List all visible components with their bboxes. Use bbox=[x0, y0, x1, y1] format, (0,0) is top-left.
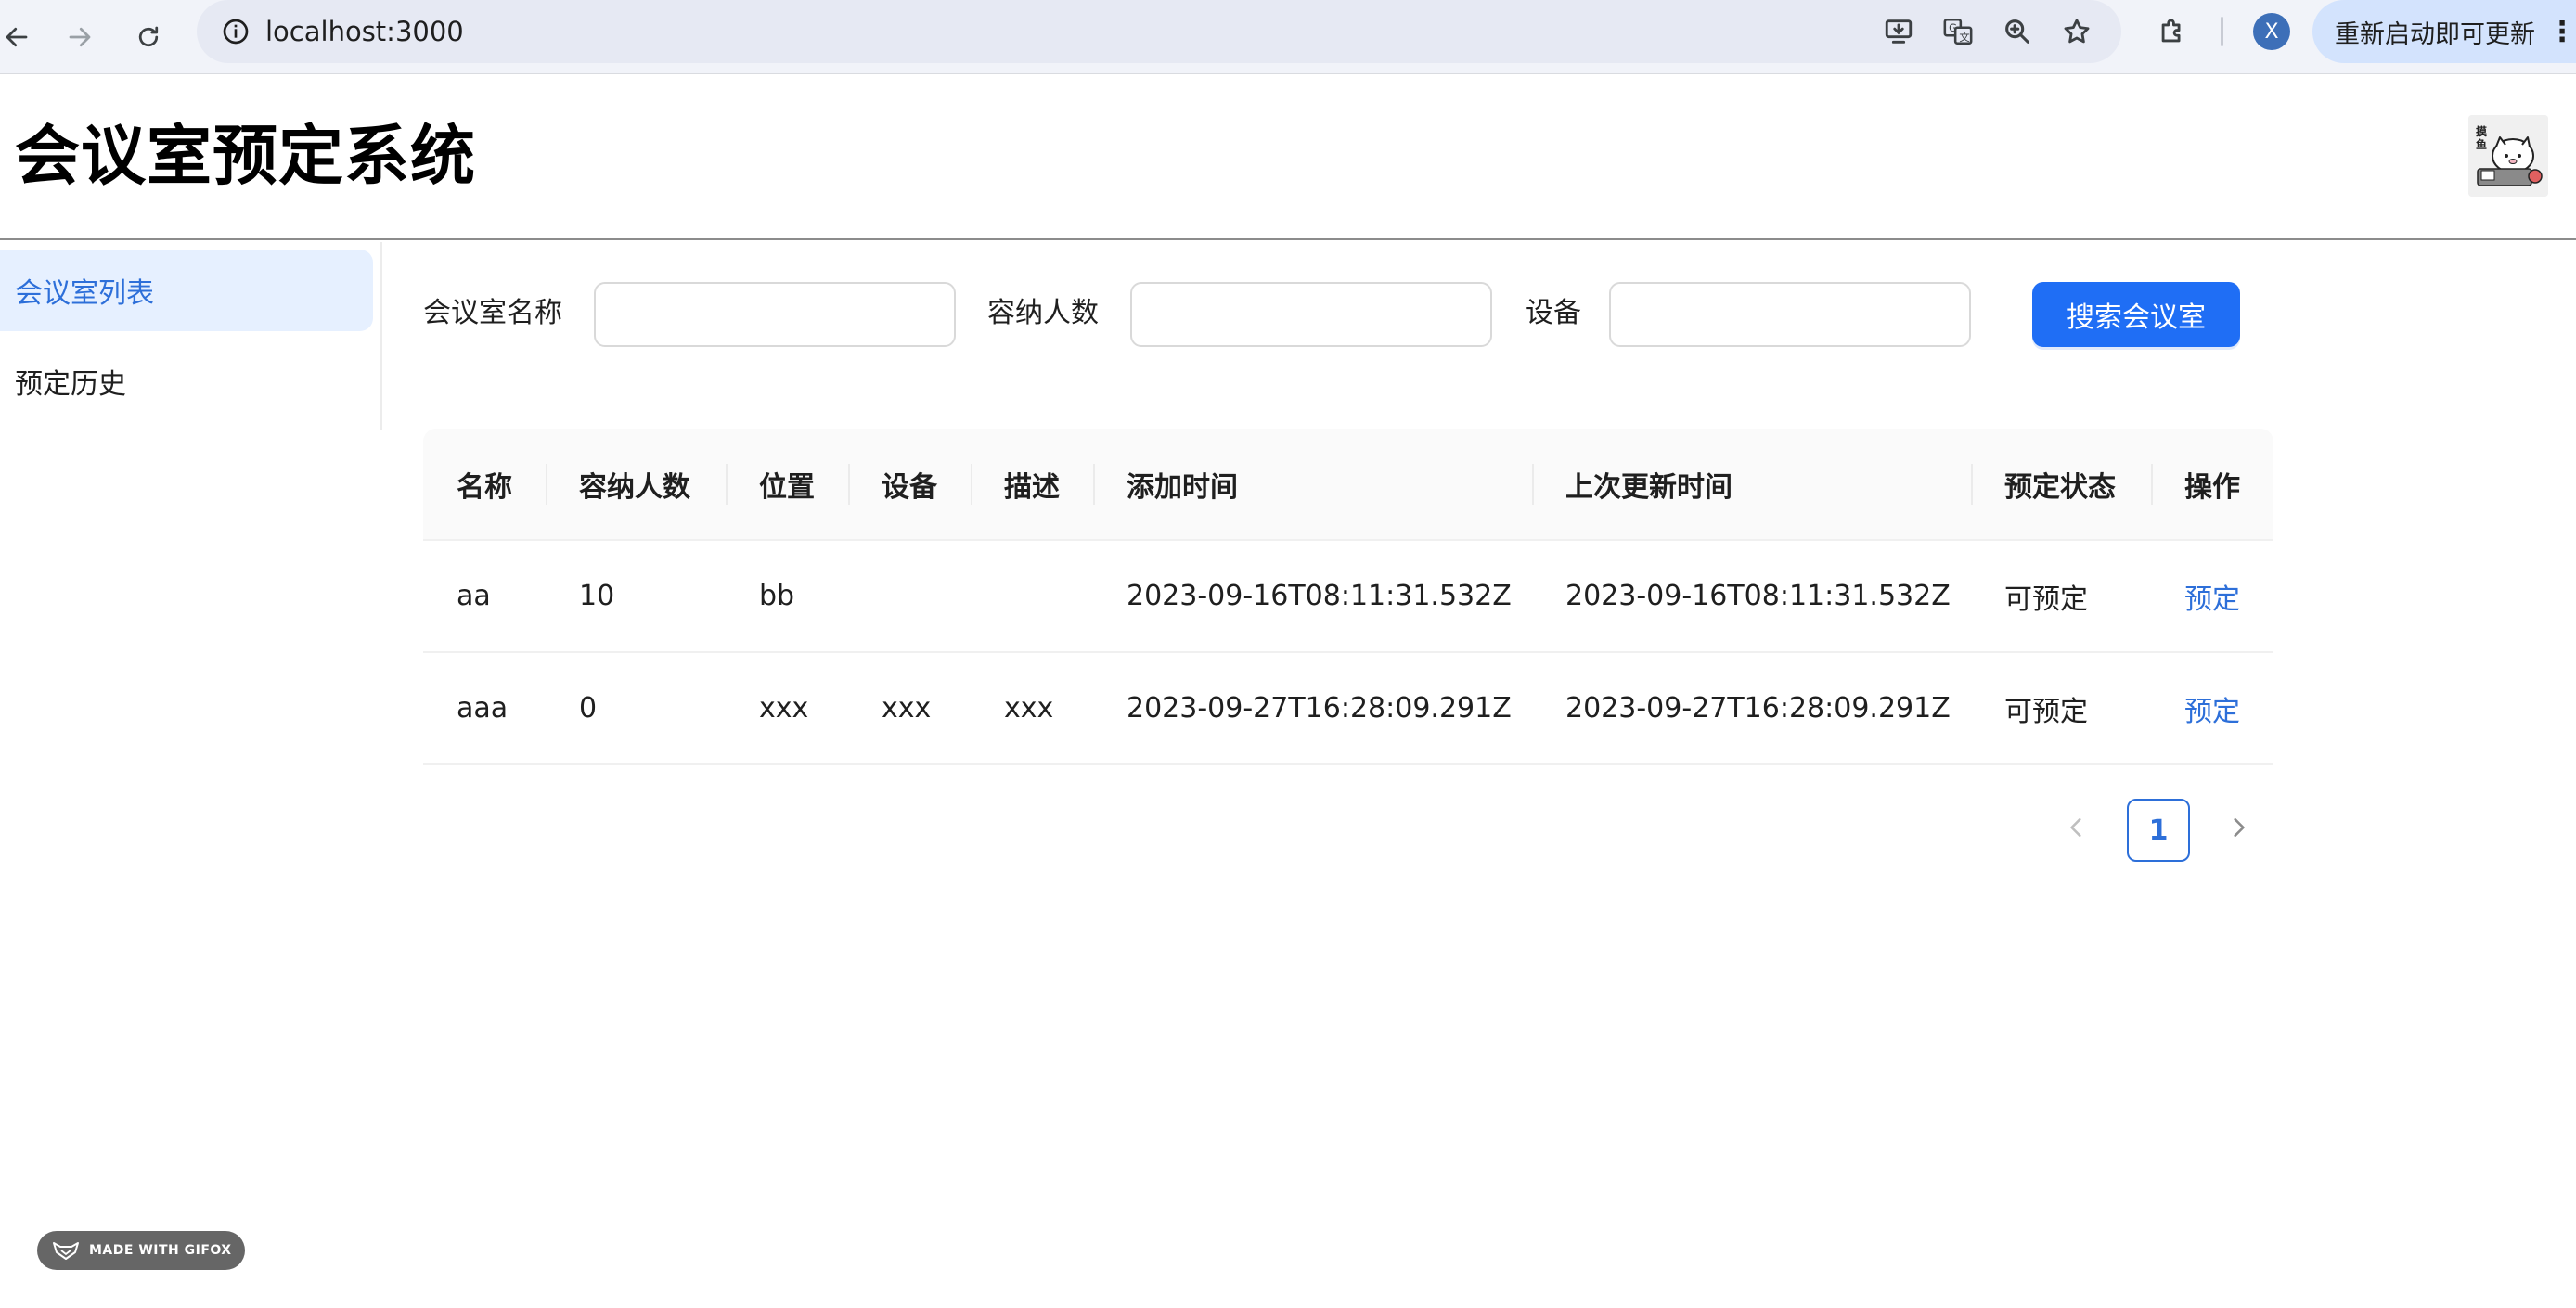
translate-icon[interactable]: G文 bbox=[1939, 13, 1977, 50]
browser-toolbar: localhost:3000 G文 X 重新启动即可更新 ⋮ bbox=[0, 0, 2576, 74]
search-rooms-button[interactable]: 搜索会议室 bbox=[2032, 282, 2240, 347]
watermark-label: MADE WITH GIFOX bbox=[89, 1243, 232, 1258]
cell-created-at: 2023-09-16T08:11:31.532Z bbox=[1093, 540, 1532, 653]
cell-actions: 预定 bbox=[2151, 540, 2273, 653]
room-table: 名称 容纳人数 位置 设备 描述 添加时间 上次更新时间 预定状态 操作 aa … bbox=[423, 429, 2273, 765]
more-vert-icon: ⋮ bbox=[2548, 15, 2576, 48]
app-header: 会议室预定系统 摸 鱼 bbox=[0, 74, 2576, 240]
column-header-actions: 操作 bbox=[2151, 429, 2273, 541]
room-name-label: 会议室名称 bbox=[423, 297, 562, 329]
fox-logo-icon bbox=[53, 1242, 79, 1260]
sidebar: 会议室列表 预定历史 bbox=[0, 242, 382, 430]
cell-equipment: xxx bbox=[848, 652, 971, 765]
sidebar-item-booking-history[interactable]: 预定历史 bbox=[0, 340, 373, 422]
capacity-label: 容纳人数 bbox=[987, 297, 1099, 329]
reload-button[interactable] bbox=[124, 13, 173, 61]
column-header-name: 名称 bbox=[423, 429, 546, 541]
sidebar-item-label: 预定历史 bbox=[15, 368, 126, 401]
table-row: aa 10 bb 2023-09-16T08:11:31.532Z 2023-0… bbox=[423, 540, 2273, 653]
equipment-label: 设备 bbox=[1526, 297, 1581, 329]
forward-button[interactable] bbox=[56, 13, 104, 61]
cell-booking-status: 可预定 bbox=[1971, 652, 2151, 765]
svg-text:鱼: 鱼 bbox=[2476, 137, 2487, 151]
profile-avatar[interactable]: X bbox=[2253, 13, 2290, 50]
table-row: aaa 0 xxx xxx xxx 2023-09-27T16:28:09.29… bbox=[423, 652, 2273, 765]
book-link[interactable]: 预定 bbox=[2184, 583, 2240, 616]
sidebar-item-label: 会议室列表 bbox=[15, 277, 154, 310]
cell-location: bb bbox=[726, 540, 848, 653]
cell-actions: 预定 bbox=[2151, 652, 2273, 765]
chevron-left-icon bbox=[2070, 818, 2081, 837]
cell-created-at: 2023-09-27T16:28:09.291Z bbox=[1093, 652, 1532, 765]
column-header-booking-status: 预定状态 bbox=[1971, 429, 2151, 541]
cell-capacity: 0 bbox=[546, 652, 726, 765]
cell-description: xxx bbox=[971, 652, 1093, 765]
svg-text:文: 文 bbox=[1959, 31, 1969, 44]
column-header-location: 位置 bbox=[726, 429, 848, 541]
column-header-capacity: 容纳人数 bbox=[546, 429, 726, 541]
column-header-equipment: 设备 bbox=[848, 429, 971, 541]
svg-text:G: G bbox=[1949, 21, 1957, 34]
cell-equipment bbox=[848, 540, 971, 653]
capacity-input[interactable] bbox=[1130, 282, 1492, 347]
cell-booking-status: 可预定 bbox=[1971, 540, 2151, 653]
cell-capacity: 10 bbox=[546, 540, 726, 653]
cell-location: xxx bbox=[726, 652, 848, 765]
back-button[interactable] bbox=[0, 13, 41, 61]
table-header-row: 名称 容纳人数 位置 设备 描述 添加时间 上次更新时间 预定状态 操作 bbox=[423, 429, 2273, 541]
user-avatar[interactable]: 摸 鱼 bbox=[2468, 115, 2548, 197]
arrow-left-icon bbox=[6, 27, 28, 47]
install-app-icon[interactable] bbox=[1880, 13, 1917, 50]
gifox-watermark: MADE WITH GIFOX bbox=[37, 1231, 245, 1270]
arrow-right-icon bbox=[69, 27, 91, 47]
site-info-icon[interactable] bbox=[217, 13, 254, 50]
cell-name: aaa bbox=[423, 652, 546, 765]
book-link[interactable]: 预定 bbox=[2184, 696, 2240, 728]
address-bar[interactable]: localhost:3000 G文 bbox=[197, 0, 2121, 63]
toolbar-divider bbox=[2221, 17, 2223, 46]
svg-text:摸: 摸 bbox=[2476, 124, 2488, 138]
update-label: 重新启动即可更新 bbox=[2335, 19, 2535, 49]
bookmark-star-icon[interactable] bbox=[2058, 13, 2095, 50]
sidebar-item-room-list[interactable]: 会议室列表 bbox=[0, 250, 373, 331]
column-header-description: 描述 bbox=[971, 429, 1093, 541]
cat-avatar-icon: 摸 鱼 bbox=[2468, 115, 2548, 197]
page-title: 会议室预定系统 bbox=[15, 118, 476, 194]
cell-updated-at: 2023-09-16T08:11:31.532Z bbox=[1532, 540, 1971, 653]
reload-icon bbox=[138, 26, 159, 47]
url-text[interactable]: localhost:3000 bbox=[265, 13, 464, 50]
cell-updated-at: 2023-09-27T16:28:09.291Z bbox=[1532, 652, 1971, 765]
cell-name: aa bbox=[423, 540, 546, 653]
equipment-input[interactable] bbox=[1609, 282, 1971, 347]
relaunch-update-button[interactable]: 重新启动即可更新 ⋮ bbox=[2312, 0, 2576, 63]
next-page-button[interactable] bbox=[2210, 800, 2266, 855]
prev-page-button[interactable] bbox=[2049, 800, 2105, 855]
zoom-icon[interactable] bbox=[1999, 13, 2036, 50]
extensions-puzzle-icon[interactable] bbox=[2153, 12, 2192, 51]
chevron-right-icon bbox=[2234, 818, 2245, 837]
page-number-current[interactable]: 1 bbox=[2127, 799, 2190, 862]
cell-description bbox=[971, 540, 1093, 653]
room-name-input[interactable] bbox=[594, 282, 956, 347]
column-header-updated-at: 上次更新时间 bbox=[1532, 429, 1971, 541]
column-header-created-at: 添加时间 bbox=[1093, 429, 1532, 541]
